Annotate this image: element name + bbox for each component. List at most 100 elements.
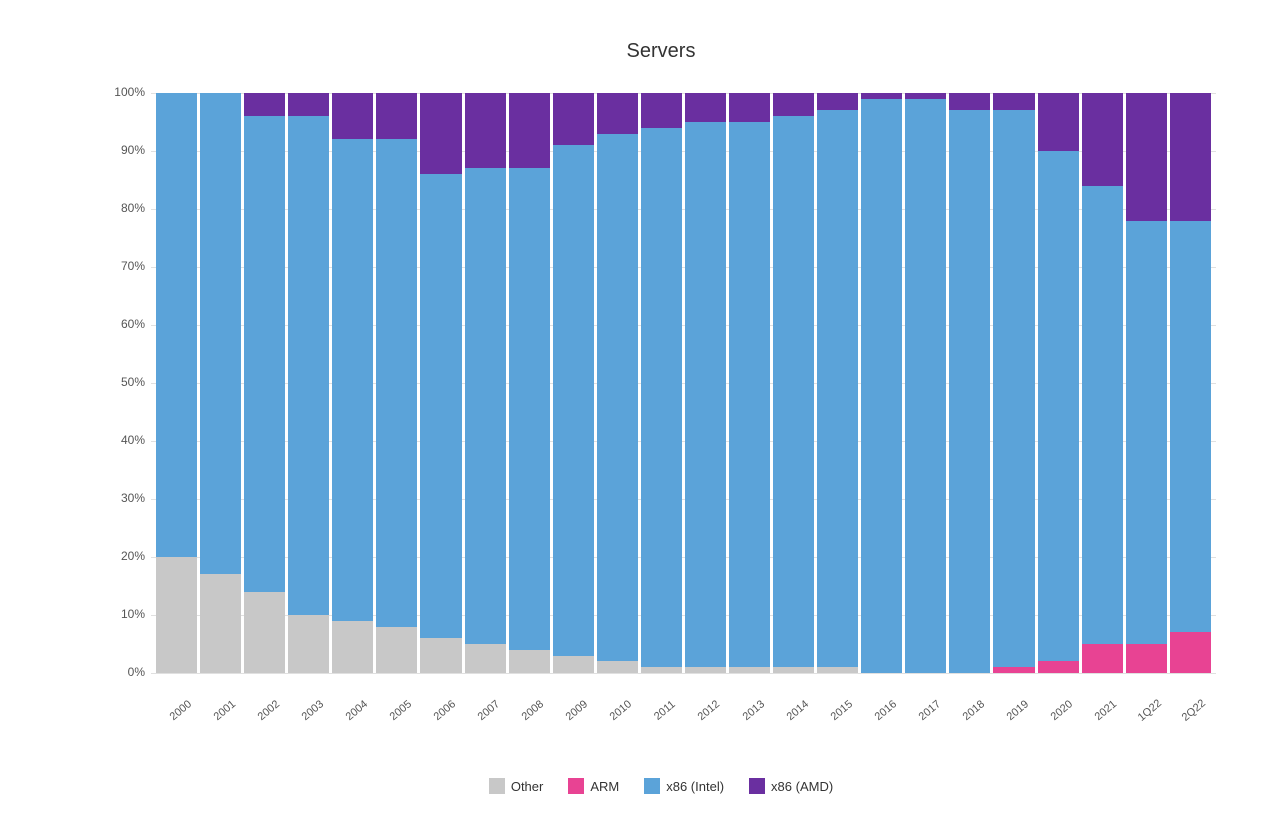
bar-segment-other [288,615,329,673]
bar-segment-other [200,574,241,673]
legend-item: Other [489,778,544,794]
legend-label: x86 (Intel) [666,779,724,794]
bar-segment-other [597,661,638,673]
legend-color-swatch [749,778,765,794]
bar-x-label: 2019 [1005,698,1031,723]
bar-segment-other [420,638,461,673]
bar-segment-amd [817,93,858,110]
bar-group: 2021 [1082,93,1123,673]
y-label: 0% [128,665,145,679]
legend-item: ARM [568,778,619,794]
bar-group: 2001 [200,93,241,673]
legend-item: x86 (Intel) [644,778,724,794]
bar-x-label: 2000 [167,698,193,723]
bar-segment-amd [420,93,461,174]
bar-x-label: 2005 [388,698,414,723]
bar-segment-arm [993,667,1034,673]
bar-segment-intel [1038,151,1079,661]
bar-segment-other [376,627,417,673]
grid-line [151,673,1216,674]
bar-x-label: 2014 [784,698,810,723]
bar-x-label: 2021 [1093,698,1119,723]
bar-segment-other [817,667,858,673]
bar-group: 2005 [376,93,417,673]
bar-segment-other [465,644,506,673]
bar-x-label: 2008 [520,698,546,723]
bar-segment-amd [1126,93,1167,221]
bar-segment-intel [553,145,594,655]
bar-group: 2019 [993,93,1034,673]
y-label: 70% [121,259,145,273]
bar-segment-amd [465,93,506,168]
bar-x-label: 2020 [1049,698,1075,723]
bar-segment-amd [1170,93,1211,221]
bar-segment-amd [685,93,726,122]
bar-segment-intel [1170,221,1211,633]
bar-x-label: 2003 [299,698,325,723]
legend: OtherARMx86 (Intel)x86 (AMD) [106,778,1216,794]
bar-group: 2017 [905,93,946,673]
legend-label: ARM [590,779,619,794]
chart-container: Servers0%10%20%30%40%50%60%70%80%90%100%… [36,20,1236,820]
bar-group: 2007 [465,93,506,673]
bar-x-label: 2009 [564,698,590,723]
bar-group: 2Q22 [1170,93,1211,673]
y-label: 100% [114,85,145,99]
bar-segment-other [332,621,373,673]
bar-segment-intel [200,93,241,574]
bar-group: 2011 [641,93,682,673]
bar-segment-amd [332,93,373,139]
y-label: 80% [121,201,145,215]
bar-group: 2003 [288,93,329,673]
legend-label: Other [511,779,544,794]
bar-group: 2015 [817,93,858,673]
bar-segment-other [729,667,770,673]
bar-segment-other [509,650,550,673]
bar-x-label: 2018 [961,698,987,723]
bar-segment-arm [1082,644,1123,673]
bar-group: 2008 [509,93,550,673]
legend-color-swatch [644,778,660,794]
bar-segment-intel [509,168,550,649]
y-axis: 0%10%20%30%40%50%60%70%80%90%100% [106,83,151,723]
bar-segment-intel [597,134,638,662]
bar-group: 2020 [1038,93,1079,673]
y-label: 60% [121,317,145,331]
y-label: 30% [121,491,145,505]
legend-color-swatch [489,778,505,794]
bar-segment-amd [509,93,550,168]
bar-group: 2000 [156,93,197,673]
bar-segment-intel [861,99,902,673]
bar-segment-other [685,667,726,673]
bar-segment-amd [641,93,682,128]
bar-segment-arm [1126,644,1167,673]
bar-segment-amd [244,93,285,116]
bar-group: 2002 [244,93,285,673]
bar-segment-intel [1082,186,1123,644]
y-label: 20% [121,549,145,563]
bar-segment-intel [949,110,990,673]
bar-group: 2018 [949,93,990,673]
y-label: 10% [121,607,145,621]
bar-segment-intel [817,110,858,667]
bar-x-label: 2004 [343,698,369,723]
bar-segment-intel [993,110,1034,667]
bar-segment-amd [1038,93,1079,151]
bar-x-label: 2015 [828,698,854,723]
bar-x-label: 2002 [255,698,281,723]
bar-group: 2006 [420,93,461,673]
bar-segment-intel [773,116,814,667]
bar-segment-amd [773,93,814,116]
bar-segment-intel [685,122,726,667]
bar-group: 2014 [773,93,814,673]
bar-x-label: 2010 [608,698,634,723]
bar-segment-intel [641,128,682,667]
bar-segment-other [553,656,594,673]
bar-segment-intel [376,139,417,626]
bar-segment-intel [288,116,329,615]
bar-segment-amd [288,93,329,116]
bar-segment-intel [1126,221,1167,644]
bar-x-label: 2001 [211,698,237,723]
bar-group: 2010 [597,93,638,673]
bar-group: 2009 [553,93,594,673]
